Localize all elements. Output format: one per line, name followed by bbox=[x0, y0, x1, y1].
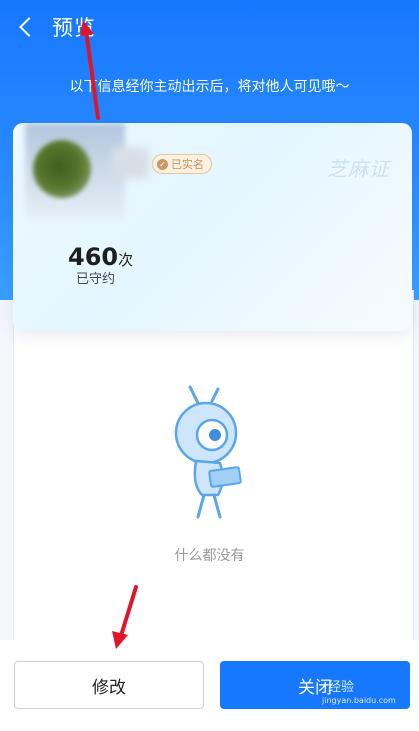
stat-unit: 次 bbox=[118, 251, 134, 269]
visibility-notice: 以下信息经你主动出示后，将对他人可见哦～ bbox=[69, 79, 350, 95]
back-icon[interactable] bbox=[14, 14, 40, 40]
check-icon: ✓ bbox=[157, 158, 168, 170]
annotation-arrow-down-icon bbox=[112, 585, 138, 649]
edit-button[interactable]: 修改 bbox=[14, 661, 204, 709]
annotation-arrow-up-icon bbox=[80, 20, 100, 120]
stat-value: 460 bbox=[68, 243, 119, 271]
verified-badge: ✓ 已实名 bbox=[152, 154, 212, 174]
empty-state-illustration bbox=[174, 385, 242, 519]
kept-promise-count: 460次 bbox=[68, 243, 133, 271]
verified-label: 已实名 bbox=[171, 158, 204, 171]
watermark-site: jingyan.baidu.com bbox=[322, 696, 396, 705]
avatar bbox=[33, 140, 91, 198]
watermark-text: 经验 bbox=[328, 680, 355, 695]
top-bar: 预览 bbox=[0, 0, 419, 56]
credential-card: ✓ 已实名 芝麻证 460次 已守约 bbox=[13, 123, 412, 331]
watermark: 经验 jingyan.baidu.com bbox=[322, 676, 396, 705]
stat-label: 已守约 bbox=[76, 272, 116, 287]
empty-state-text: 什么都没有 bbox=[174, 548, 245, 564]
blurred-name bbox=[111, 147, 149, 179]
brand-watermark: 芝麻证 bbox=[327, 157, 390, 181]
